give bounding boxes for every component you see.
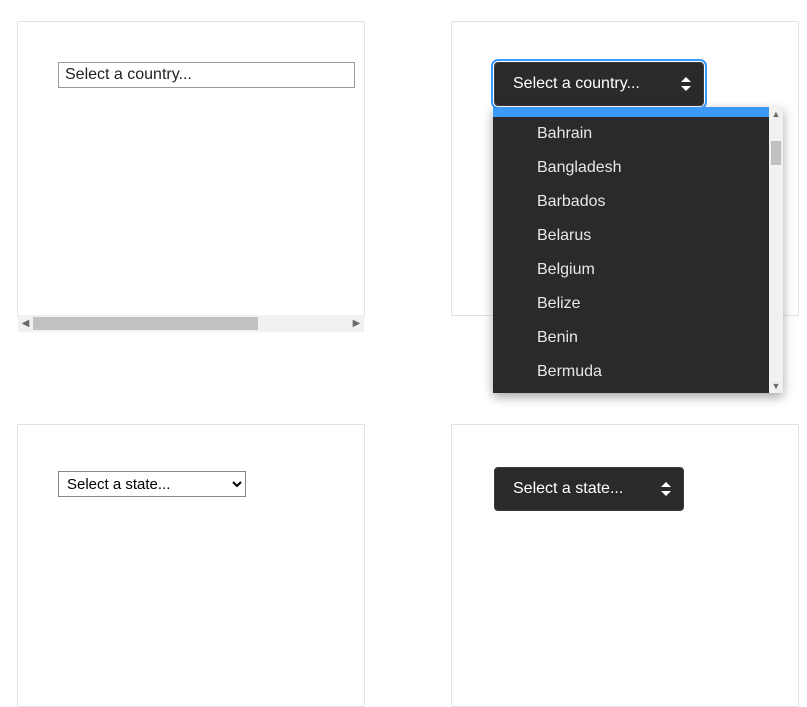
scroll-thumb-vertical[interactable] <box>771 141 781 165</box>
country-option[interactable]: Bangladesh <box>493 151 769 185</box>
state-select-dark[interactable]: Select a state... <box>494 467 684 511</box>
scroll-thumb[interactable] <box>33 317 258 330</box>
horizontal-scrollbar[interactable]: ◀ ▶ <box>18 315 364 332</box>
chevron-sort-icon <box>681 77 691 91</box>
country-option[interactable]: Benin <box>493 321 769 355</box>
scroll-down-icon[interactable]: ▼ <box>769 379 783 393</box>
country-option[interactable]: Belize <box>493 287 769 321</box>
scroll-track[interactable] <box>33 315 349 332</box>
country-option[interactable]: Bahamas <box>493 107 769 117</box>
country-option[interactable]: Barbados <box>493 185 769 219</box>
country-select-dark[interactable]: Select a country... <box>494 62 704 106</box>
country-select-dark-text: Select a country... <box>513 75 640 93</box>
panel-plain-state: Select a state... <box>17 424 365 707</box>
scroll-up-icon[interactable]: ▲ <box>769 107 783 121</box>
country-option[interactable]: Bahrain <box>493 117 769 151</box>
scroll-right-icon[interactable]: ▶ <box>349 315 364 332</box>
country-option[interactable]: Belgium <box>493 253 769 287</box>
scroll-left-icon[interactable]: ◀ <box>18 315 33 332</box>
state-select-native[interactable]: Select a state... <box>58 471 246 497</box>
state-select-dark-text: Select a state... <box>513 480 623 498</box>
country-option[interactable]: Belarus <box>493 219 769 253</box>
country-combobox-plain[interactable]: Select a country... <box>58 62 355 88</box>
panel-dark-state: Select a state... <box>451 424 799 707</box>
vertical-scrollbar[interactable]: ▲ ▼ <box>769 107 783 393</box>
country-option[interactable]: Bermuda <box>493 355 769 389</box>
panel-plain-country: Select a country... ◀ ▶ <box>17 21 365 316</box>
country-combobox-plain-text: Select a country... <box>65 66 192 84</box>
country-dropdown-list[interactable]: BahamasBahrainBangladeshBarbadosBelarusB… <box>493 107 783 393</box>
chevron-sort-icon <box>661 482 671 496</box>
